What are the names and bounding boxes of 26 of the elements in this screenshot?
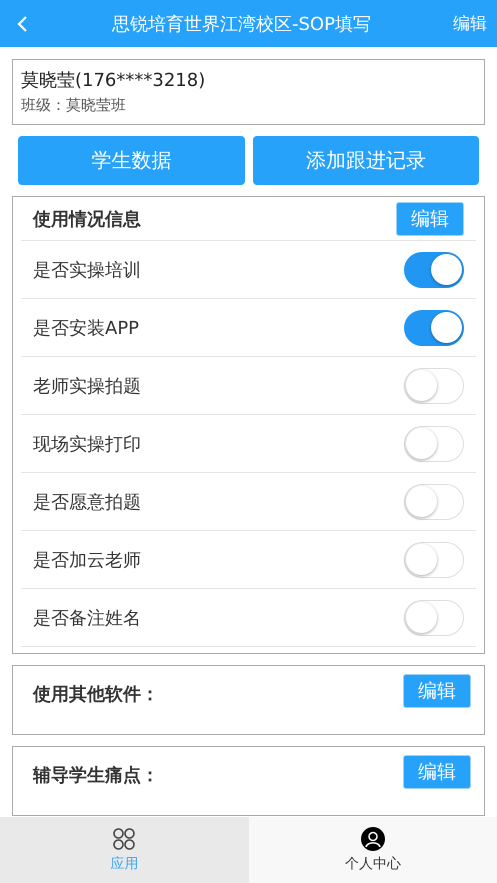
- action-button[interactable]: 添加跟进记录: [252, 136, 479, 185]
- toggle-label: 是否愿意拍题: [33, 490, 141, 514]
- toggle-switch[interactable]: [404, 252, 464, 288]
- tab[interactable]: 个人中心: [248, 817, 497, 883]
- toggle-label: 是否安装APP: [33, 316, 140, 340]
- profile-icon: [360, 827, 385, 851]
- toggle-label: 是否备注姓名: [33, 606, 141, 630]
- toggle-label: 是否加云老师: [33, 548, 141, 572]
- action-button[interactable]: 学生数据: [18, 136, 244, 185]
- edit-button[interactable]: 编辑: [403, 755, 471, 789]
- back-icon[interactable]: [16, 14, 30, 32]
- edit-button[interactable]: 编辑: [396, 202, 464, 236]
- student-name: 莫晓莹(176****3218): [21, 69, 206, 92]
- toggle-switch[interactable]: [404, 310, 464, 346]
- tab[interactable]: 应用: [0, 817, 248, 883]
- apps-icon: [112, 827, 136, 851]
- toggle-label: 是否实操培训: [33, 258, 141, 282]
- edit-button[interactable]: 编辑: [453, 12, 487, 35]
- panel-title: 使用情况信息: [33, 208, 141, 230]
- toggle-label: 现场实操打印: [33, 432, 141, 456]
- toggle-label: 老师实操拍题: [33, 374, 141, 398]
- page-title: 思锐培育世界江湾校区-SOP填写: [111, 12, 372, 36]
- edit-button[interactable]: 编辑: [403, 674, 471, 708]
- section-title: 使用其他软件：: [33, 683, 159, 706]
- section-title: 辅导学生痛点：: [33, 764, 159, 787]
- class-label: 班级：莫晓莹班: [21, 96, 127, 115]
